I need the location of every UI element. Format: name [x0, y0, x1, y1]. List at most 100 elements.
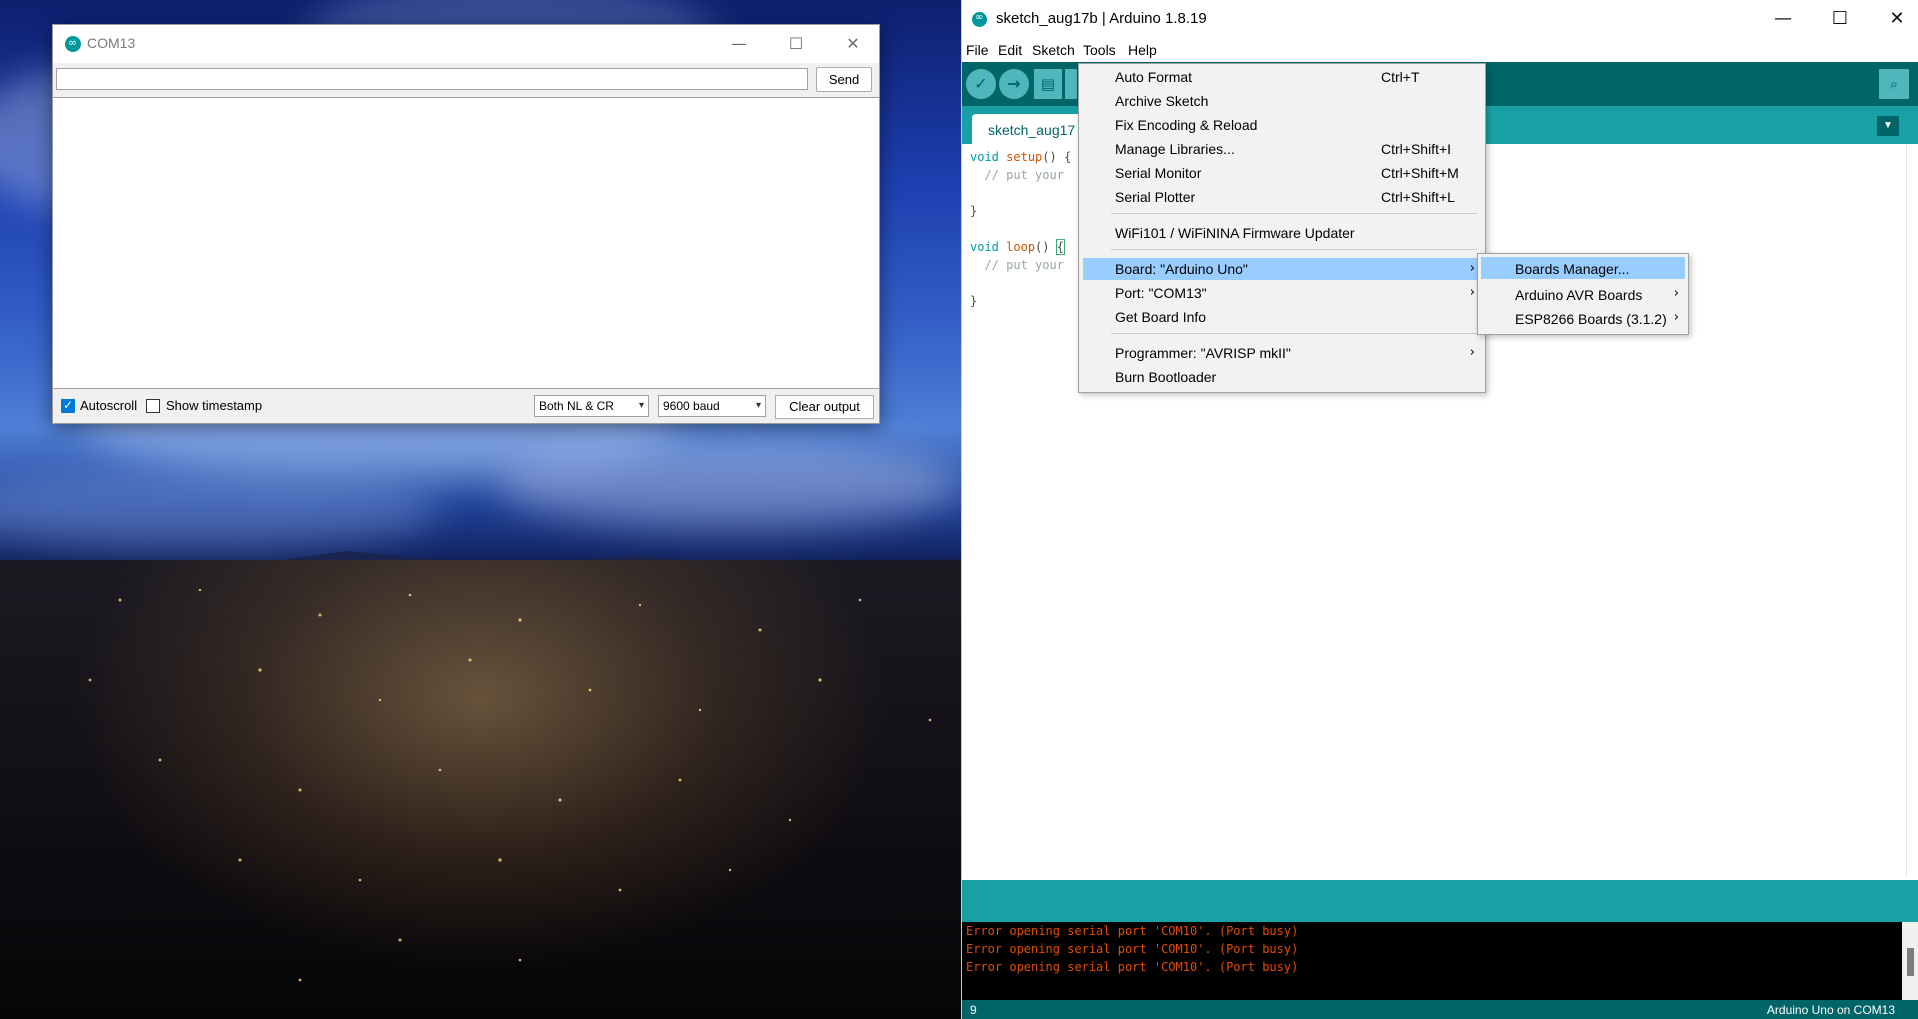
submenu-item-esp8266-boards[interactable]: ESP8266 Boards (3.1.2) ›: [1481, 307, 1685, 329]
submenu-item-boards-manager[interactable]: Boards Manager...: [1481, 257, 1685, 279]
serial-output-area[interactable]: [53, 97, 879, 389]
menu-item-port[interactable]: Port: "COM13" ›: [1083, 282, 1481, 304]
menu-item-label: Port: "COM13": [1115, 285, 1207, 301]
menu-item-programmer[interactable]: Programmer: "AVRISP mkII" ›: [1083, 342, 1481, 364]
show-timestamp-checkbox[interactable]: [146, 399, 160, 413]
code-line: }: [970, 294, 978, 308]
console-scrollbar[interactable]: [1902, 922, 1918, 1000]
menu-item-label: Manage Libraries...: [1115, 141, 1235, 157]
menu-item-firmware-updater[interactable]: WiFi101 / WiFiNINA Firmware Updater: [1083, 222, 1481, 244]
arduino-logo-icon: [65, 36, 81, 52]
show-timestamp-label: Show timestamp: [166, 398, 263, 413]
serial-monitor-icon[interactable]: ⌕: [1879, 69, 1909, 99]
serial-monitor-titlebar[interactable]: COM13 — ☐ ✕: [53, 25, 879, 63]
menu-item-shortcut: Ctrl+Shift+L: [1381, 189, 1455, 205]
submenu-item-label: Boards Manager...: [1515, 261, 1630, 277]
code-line: // put your: [970, 168, 1064, 182]
line-number: 9: [970, 1003, 977, 1017]
menu-item-label: Programmer: "AVRISP mkII": [1115, 345, 1291, 361]
close-icon[interactable]: ✕: [1880, 6, 1914, 32]
menu-item-serial-plotter[interactable]: Serial Plotter Ctrl+Shift+L: [1083, 186, 1481, 208]
menu-item-label: Serial Plotter: [1115, 189, 1196, 205]
open-icon[interactable]: [1065, 69, 1077, 99]
console-line: Error opening serial port 'COM10'. (Port…: [966, 924, 1299, 938]
clear-output-button[interactable]: Clear output: [775, 395, 874, 419]
code-line: }: [970, 204, 978, 218]
baud-rate-select[interactable]: 9600 baud ▾: [658, 395, 766, 417]
chevron-right-icon: ›: [1673, 310, 1679, 325]
menu-item-serial-monitor[interactable]: Serial Monitor Ctrl+Shift+M: [1083, 162, 1481, 184]
menu-separator: [1111, 213, 1477, 214]
line-ending-select[interactable]: Both NL & CR ▾: [534, 395, 649, 417]
menu-separator: [1111, 249, 1477, 250]
maximize-icon[interactable]: ☐: [783, 31, 809, 57]
menu-item-label: Board: "Arduino Uno": [1115, 261, 1248, 277]
board-port-status: Arduino Uno on COM13: [1766, 1003, 1895, 1017]
scrollbar-thumb[interactable]: [1907, 948, 1914, 976]
menu-item-shortcut: Ctrl+Shift+M: [1381, 165, 1459, 181]
menu-item-label: Fix Encoding & Reload: [1115, 117, 1258, 133]
submenu-item-label: Arduino AVR Boards: [1515, 287, 1643, 303]
serial-monitor-title: COM13: [87, 35, 136, 51]
code-line: void setup() {: [970, 150, 1072, 164]
menu-item-label: Archive Sketch: [1115, 93, 1209, 109]
verify-icon[interactable]: ✓: [966, 69, 996, 99]
menu-item-get-board-info[interactable]: Get Board Info: [1083, 306, 1481, 328]
ide-footer: 9 Arduino Uno on COM13: [962, 1000, 1918, 1019]
tab-sketch-label: sketch_aug17: [988, 122, 1076, 138]
ide-status-bar: [962, 880, 1918, 922]
menu-file[interactable]: File: [966, 42, 989, 58]
minimize-icon[interactable]: —: [726, 31, 752, 57]
arduino-logo-icon: [972, 12, 987, 27]
console-output: Error opening serial port 'COM10'. (Port…: [962, 922, 1902, 1000]
minimize-icon[interactable]: —: [1766, 6, 1800, 32]
menu-item-label: Serial Monitor: [1115, 165, 1202, 181]
ide-titlebar[interactable]: sketch_aug17b | Arduino 1.8.19 — ☐ ✕: [962, 0, 1918, 38]
new-icon[interactable]: ▤: [1034, 69, 1062, 99]
chevron-right-icon: ›: [1469, 261, 1475, 276]
console-line: Error opening serial port 'COM10'. (Port…: [966, 960, 1299, 974]
ide-window-title: sketch_aug17b | Arduino 1.8.19: [996, 10, 1207, 27]
serial-monitor-footer: Autoscroll Show timestamp Both NL & CR ▾…: [53, 391, 879, 423]
code-line: // put your: [970, 258, 1064, 272]
autoscroll-checkbox[interactable]: [61, 398, 75, 413]
menu-item-manage-libraries[interactable]: Manage Libraries... Ctrl+Shift+I: [1083, 138, 1481, 160]
code-line: void loop() {: [970, 239, 1066, 255]
menu-item-shortcut: Ctrl+T: [1381, 69, 1420, 85]
city-lights: [88, 588, 932, 982]
menu-item-label: WiFi101 / WiFiNINA Firmware Updater: [1115, 225, 1355, 241]
baud-rate-value: 9600 baud: [663, 399, 720, 413]
menu-item-label: Auto Format: [1115, 69, 1193, 85]
menu-item-board[interactable]: Board: "Arduino Uno" ›: [1083, 258, 1481, 280]
menu-item-burn-bootloader[interactable]: Burn Bootloader: [1083, 366, 1481, 388]
menu-item-shortcut: Ctrl+Shift+I: [1381, 141, 1452, 157]
line-ending-value: Both NL & CR: [539, 399, 614, 413]
submenu-item-label: ESP8266 Boards (3.1.2): [1515, 311, 1667, 327]
submenu-item-arduino-avr-boards[interactable]: Arduino AVR Boards ›: [1481, 283, 1685, 305]
chevron-right-icon: ›: [1469, 285, 1475, 300]
tab-menu-dropdown-icon[interactable]: ▼: [1877, 116, 1899, 136]
menu-item-archive-sketch[interactable]: Archive Sketch: [1083, 90, 1481, 112]
menu-help[interactable]: Help: [1128, 42, 1157, 58]
menu-tools[interactable]: Tools: [1083, 42, 1116, 58]
menu-item-fix-encoding[interactable]: Fix Encoding & Reload: [1083, 114, 1481, 136]
chevron-right-icon: ›: [1469, 345, 1475, 360]
maximize-icon[interactable]: ☐: [1823, 6, 1857, 32]
upload-icon[interactable]: →: [999, 69, 1029, 99]
menu-item-label: Burn Bootloader: [1115, 369, 1217, 385]
chevron-right-icon: ›: [1673, 286, 1679, 301]
editor-scrollbar[interactable]: [1906, 144, 1918, 878]
send-button[interactable]: Send: [816, 67, 872, 92]
autoscroll-label: Autoscroll: [80, 398, 138, 413]
menu-item-label: Get Board Info: [1115, 309, 1207, 325]
menu-edit[interactable]: Edit: [998, 42, 1022, 58]
menu-sketch[interactable]: Sketch: [1032, 42, 1075, 58]
menu-separator: [1111, 333, 1477, 334]
serial-monitor-window: COM13 — ☐ ✕ Send Autoscroll Show timesta…: [52, 24, 880, 424]
console-line: Error opening serial port 'COM10'. (Port…: [966, 942, 1299, 956]
menu-item-auto-format[interactable]: Auto Format Ctrl+T: [1083, 66, 1481, 88]
serial-input-field[interactable]: [56, 68, 808, 90]
chevron-down-icon: ▾: [755, 400, 761, 411]
tools-menu: Auto Format Ctrl+T Archive Sketch Fix En…: [1078, 63, 1486, 393]
close-icon[interactable]: ✕: [840, 31, 866, 57]
